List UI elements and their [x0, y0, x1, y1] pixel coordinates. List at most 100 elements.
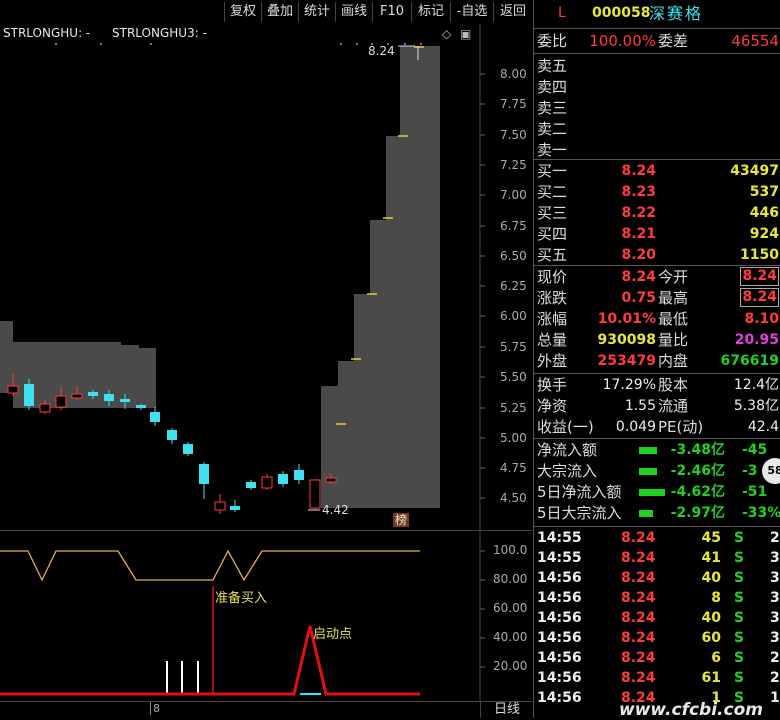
buy-level-volume: 537: [749, 184, 779, 200]
quote-value-right: 8.24: [740, 267, 779, 286]
tick-time: 14:56: [537, 670, 582, 686]
tick-side: S: [734, 650, 745, 666]
quote-label-left: 现价: [537, 268, 568, 286]
quote-panel: L 000058 深赛格 委比 100.00% 委差 46554 卖五 卖四 卖三卖…: [533, 0, 780, 720]
fin-value-left: 1.55: [624, 398, 656, 414]
candle-body: [104, 394, 114, 401]
tick-side: S: [734, 530, 745, 546]
list-badge[interactable]: 榜: [393, 513, 410, 527]
buy-level-label: 买三: [537, 204, 568, 222]
sell-level-row[interactable]: 卖四: [534, 77, 780, 98]
overlay-button[interactable]: 叠加: [261, 2, 298, 22]
watchlist-button[interactable]: -自选: [450, 2, 493, 22]
tick-side: S: [734, 670, 745, 686]
buy-level-row[interactable]: 买四 8.21 924: [534, 224, 780, 245]
tick-price: 8.24: [621, 550, 656, 566]
quote-value-left: 253479: [597, 353, 656, 369]
statistics-button[interactable]: 统计: [298, 2, 335, 22]
candle-body: [24, 384, 34, 406]
weibi-value: 100.00%: [589, 32, 656, 50]
ind-axis-20: 20.00: [493, 659, 528, 673]
tick-volume: 8: [711, 590, 721, 606]
mark-button[interactable]: 标记: [411, 2, 450, 22]
quote-label-right: 量比: [658, 331, 689, 349]
period-daily-button[interactable]: 日线: [480, 701, 533, 718]
tick-row[interactable]: 14:56 8.24 8 S 3: [534, 588, 780, 608]
weicha-value: 46554: [731, 32, 779, 50]
candle-body: [261, 476, 273, 489]
tick-row[interactable]: 14:56 8.24 6 S 2: [534, 648, 780, 668]
flow-value: -3.48亿: [670, 442, 725, 458]
quote-label-left: 涨幅: [537, 310, 568, 328]
buy-level-row[interactable]: 买一 8.24 43497: [534, 161, 780, 182]
draw-line-button[interactable]: 画线: [335, 2, 372, 22]
flow-bar: [639, 510, 653, 517]
sell-level-row[interactable]: 卖五: [534, 56, 780, 77]
quote-value-right: 20.95: [734, 332, 779, 348]
quote-value-left: 0.75: [621, 290, 656, 306]
flow-value: -2.46亿: [670, 463, 725, 479]
tick-volume: 61: [701, 670, 721, 686]
sell-level-row[interactable]: 卖二: [534, 119, 780, 140]
back-button[interactable]: 返回: [493, 2, 532, 22]
sell-level-row[interactable]: 卖三: [534, 98, 780, 119]
quote-row: 外盘 253479 内盘 676619: [534, 351, 780, 372]
tick-side: S: [734, 630, 745, 646]
tick-row[interactable]: 14:56 8.24 40 S 3: [534, 568, 780, 588]
financial-row: 收益(一) 0.049 PE(动) 42.4: [534, 417, 780, 438]
tick-price: 8.24: [621, 610, 656, 626]
price-axis-label: 7.00: [500, 188, 527, 202]
tick-row[interactable]: 14:56 8.24 60 S 3: [534, 628, 780, 648]
ind-axis-100: 100.0: [493, 543, 528, 557]
flow-value: -2.97亿: [670, 505, 725, 521]
price-axis-label: 6.50: [500, 249, 527, 263]
tick-price: 8.24: [621, 670, 656, 686]
price-axis-label: 6.00: [500, 309, 527, 323]
financial-row: 换手 17.29% 股本 12.4亿: [534, 375, 780, 396]
candle-body: [278, 474, 288, 484]
quote-value-left: 930098: [597, 332, 656, 348]
f10-button[interactable]: F10: [372, 2, 411, 22]
fin-value-right: 5.38亿: [733, 398, 779, 414]
settings-icon[interactable]: ▣: [460, 27, 471, 41]
indicator-chart[interactable]: 准备买入 启动点 100.0 80.00 60.00 40.00 20.00: [0, 531, 532, 701]
kline-chart[interactable]: STRLONGHU: - STRLONGHU3: - ◇ ▣ 8.24 4.42…: [0, 24, 532, 530]
candle-body: [246, 482, 256, 488]
buy-level-label: 买五: [537, 246, 568, 264]
candle-body: [199, 464, 209, 484]
buy-level-row[interactable]: 买二 8.23 537: [534, 182, 780, 203]
quote-label-right: 今开: [658, 268, 689, 286]
tick-row[interactable]: 14:56 8.24 61 S 2: [534, 668, 780, 688]
fin-label-right: PE(动): [658, 418, 704, 436]
tick-volume: 45: [701, 530, 721, 546]
tick-row[interactable]: 14:56 8.24 40 S 3: [534, 608, 780, 628]
buy-level-label: 买一: [537, 162, 568, 180]
candle-body: [39, 403, 51, 413]
start-point-label: 启动点: [313, 627, 353, 642]
candle-body: [183, 444, 193, 454]
buy-level-price: 8.21: [621, 226, 656, 242]
fin-label-right: 流通: [658, 397, 689, 415]
tick-time: 14:56: [537, 590, 582, 606]
flow-label: 5日净流入额: [537, 483, 622, 501]
tick-side: S: [734, 610, 745, 626]
price-axis-label: 4.75: [500, 461, 527, 475]
start-point-peak: [0, 625, 420, 696]
price-axis-label: 8.00: [500, 67, 527, 81]
buy-level-row[interactable]: 买三 8.22 446: [534, 203, 780, 224]
flow-pct: -51: [742, 484, 768, 500]
tick-row[interactable]: 14:55 8.24 45 S 2: [534, 528, 780, 548]
quote-label-left: 总量: [537, 331, 568, 349]
restore-rights-button[interactable]: 复权: [224, 2, 261, 22]
diamond-icon[interactable]: ◇: [442, 27, 451, 41]
quote-row: 涨跌 0.75 最高 8.24: [534, 288, 780, 309]
tick-time: 14:56: [537, 630, 582, 646]
quote-value-left: 10.01%: [597, 311, 656, 327]
flow-label: 5日大宗流入: [537, 504, 622, 522]
sell-level-row[interactable]: 卖一: [534, 140, 780, 161]
buy-level-row[interactable]: 买五 8.20 1150: [534, 245, 780, 266]
tick-count: 3: [770, 550, 780, 566]
flow-pct: -45: [742, 442, 768, 458]
tick-row[interactable]: 14:55 8.24 41 S 3: [534, 548, 780, 568]
tick-time: 14:56: [537, 570, 582, 586]
